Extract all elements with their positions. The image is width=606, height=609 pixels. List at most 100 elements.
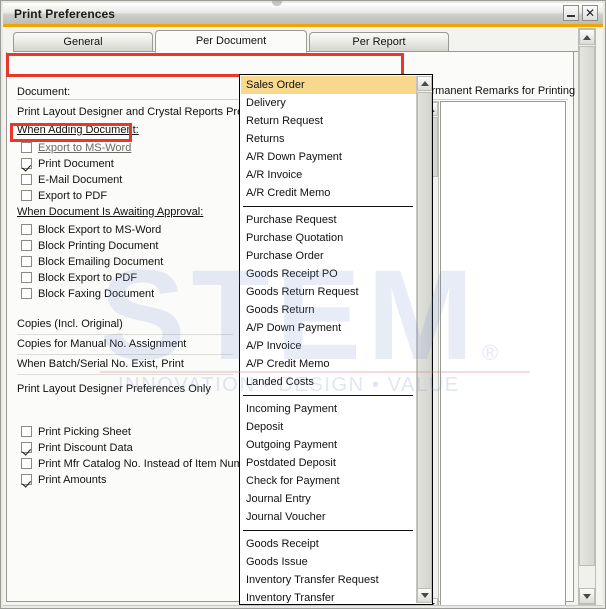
checkbox-print-discount-data[interactable]: Print Discount Data <box>21 440 133 455</box>
checkbox-box <box>21 272 32 283</box>
checkbox-label: Block Printing Document <box>38 239 159 252</box>
checkbox-box <box>21 474 32 485</box>
scroll-down-icon[interactable] <box>579 588 595 604</box>
section-when-adding-document: When Adding Document: <box>17 124 139 136</box>
window-vertical-scrollbar[interactable] <box>578 28 596 605</box>
scrollbar-thumb[interactable] <box>579 46 595 566</box>
scroll-up-icon[interactable] <box>579 29 595 45</box>
checkbox-print-amounts[interactable]: Print Amounts <box>21 472 106 487</box>
dropdown-item-ar-down-payment[interactable]: A/R Down Payment <box>241 148 416 166</box>
dropdown-item-ar-credit-memo[interactable]: A/R Credit Memo <box>241 184 416 202</box>
checkbox-print-mfr-catalog-no[interactable]: Print Mfr Catalog No. Instead of Item Nu… <box>21 456 259 471</box>
minimize-icon <box>567 15 575 17</box>
dropdown-item-ar-invoice[interactable]: A/R Invoice <box>241 166 416 184</box>
tab-per-document-label: Per Document <box>195 35 267 47</box>
field-underline <box>17 374 233 375</box>
document-dropdown-list[interactable]: Sales Order Delivery Return Request Retu… <box>239 74 433 605</box>
dropdown-item-landed-costs[interactable]: Landed Costs <box>241 373 416 391</box>
dropdown-item-sales-order[interactable]: Sales Order <box>241 76 416 94</box>
title-bar[interactable]: Print Preferences ✕ <box>3 3 603 24</box>
dropdown-item-delivery[interactable]: Delivery <box>241 94 416 112</box>
checkbox-label: Print Document <box>38 157 114 170</box>
checkbox-label: Print Picking Sheet <box>38 425 131 438</box>
checkbox-box <box>21 256 32 267</box>
left-settings-column: Print Layout Designer and Crystal Report… <box>7 52 285 601</box>
window-title: Print Preferences <box>14 7 116 21</box>
checkbox-print-picking-sheet[interactable]: Print Picking Sheet <box>21 424 131 439</box>
tab-general-label: General <box>63 36 103 48</box>
tab-per-report[interactable]: Per Report <box>309 32 449 52</box>
permanent-remarks-title: Permanent Remarks for Printing <box>418 85 576 97</box>
permanent-remarks-underline <box>418 99 568 100</box>
dropdown-item-outgoing-payment[interactable]: Outgoing Payment <box>241 436 416 454</box>
checkbox-box <box>21 458 32 469</box>
scroll-down-icon[interactable] <box>417 588 432 603</box>
field-underline <box>17 334 233 335</box>
checkbox-print-document[interactable]: Print Document <box>21 156 114 171</box>
dropdown-item-goods-return-request[interactable]: Goods Return Request <box>241 283 416 301</box>
section-when-awaiting-approval: When Document Is Awaiting Approval: <box>17 206 204 218</box>
scroll-up-icon[interactable] <box>417 76 432 91</box>
dropdown-item-journal-entry[interactable]: Journal Entry <box>241 490 416 508</box>
dropdown-item-return-request[interactable]: Return Request <box>241 112 416 130</box>
dropdown-item-returns[interactable]: Returns <box>241 130 416 148</box>
checkbox-export-to-ms-word[interactable]: Export to MS-Word <box>21 140 131 155</box>
checkbox-label: Print Discount Data <box>38 441 133 454</box>
tab-per-document[interactable]: Per Document <box>155 30 307 53</box>
permanent-remarks-textarea[interactable] <box>440 101 566 605</box>
dropdown-scrollbar[interactable] <box>416 76 432 603</box>
window-controls: ✕ <box>563 5 598 21</box>
dropdown-item-ap-down-payment[interactable]: A/P Down Payment <box>241 319 416 337</box>
tab-general[interactable]: General <box>13 32 153 52</box>
checkbox-box <box>21 224 32 235</box>
tab-per-report-label: Per Report <box>352 36 406 48</box>
checkbox-box <box>21 190 32 201</box>
checkbox-block-faxing-document[interactable]: Block Faxing Document <box>21 286 154 301</box>
checkbox-block-printing-document[interactable]: Block Printing Document <box>21 238 158 253</box>
checkbox-box <box>21 142 32 153</box>
checkbox-box <box>21 240 32 251</box>
dropdown-item-purchase-quotation[interactable]: Purchase Quotation <box>241 229 416 247</box>
minimize-button[interactable] <box>563 5 579 21</box>
checkbox-box <box>21 288 32 299</box>
checkbox-label: Block Export to MS-Word <box>38 223 162 236</box>
scrollbar-thumb[interactable] <box>417 92 432 590</box>
checkbox-box <box>21 174 32 185</box>
label-copies-incl-original: Copies (Incl. Original) <box>17 318 123 330</box>
checkbox-label: Print Amounts <box>38 473 107 486</box>
dropdown-item-goods-return[interactable]: Goods Return <box>241 301 416 319</box>
print-preferences-window: Print Preferences ✕ General Per Document… <box>0 0 606 609</box>
checkbox-box <box>21 442 32 453</box>
dropdown-item-incoming-payment[interactable]: Incoming Payment <box>241 400 416 418</box>
dropdown-item-ap-invoice[interactable]: A/P Invoice <box>241 337 416 355</box>
dropdown-item-goods-receipt-po[interactable]: Goods Receipt PO <box>241 265 416 283</box>
field-underline <box>17 354 233 355</box>
dropdown-item-inventory-transfer-request[interactable]: Inventory Transfer Request <box>241 571 416 589</box>
checkbox-label: Block Emailing Document <box>38 255 164 268</box>
dropdown-item-goods-receipt[interactable]: Goods Receipt <box>241 535 416 553</box>
dropdown-items-container: Sales Order Delivery Return Request Retu… <box>241 76 416 603</box>
checkbox-block-emailing-document[interactable]: Block Emailing Document <box>21 254 163 269</box>
dropdown-item-purchase-request[interactable]: Purchase Request <box>241 211 416 229</box>
label-pld-preferences-only: Print Layout Designer Preferences Only <box>17 383 211 395</box>
dropdown-item-deposit[interactable]: Deposit <box>241 418 416 436</box>
close-button[interactable]: ✕ <box>582 5 598 21</box>
dropdown-item-journal-voucher[interactable]: Journal Voucher <box>241 508 416 526</box>
dropdown-item-inventory-transfer[interactable]: Inventory Transfer <box>241 589 416 603</box>
dropdown-item-check-for-payment[interactable]: Check for Payment <box>241 472 416 490</box>
dropdown-item-postdated-deposit[interactable]: Postdated Deposit <box>241 454 416 472</box>
label-batch-serial-print: When Batch/Serial No. Exist, Print <box>17 358 184 370</box>
dropdown-separator <box>243 395 413 396</box>
checkbox-block-export-ms-word[interactable]: Block Export to MS-Word <box>21 222 161 237</box>
checkbox-label: Block Faxing Document <box>38 287 155 300</box>
dropdown-item-goods-issue[interactable]: Goods Issue <box>241 553 416 571</box>
dropdown-item-purchase-order[interactable]: Purchase Order <box>241 247 416 265</box>
label-copies-manual-no-assignment: Copies for Manual No. Assignment <box>17 338 187 350</box>
checkbox-email-document[interactable]: E-Mail Document <box>21 172 122 187</box>
dropdown-item-ap-credit-memo[interactable]: A/P Credit Memo <box>241 355 416 373</box>
dropdown-separator <box>243 206 413 207</box>
dropdown-separator <box>243 530 413 531</box>
checkbox-label: Export to MS-Word <box>38 141 132 154</box>
checkbox-export-to-pdf[interactable]: Export to PDF <box>21 188 107 203</box>
checkbox-block-export-pdf[interactable]: Block Export to PDF <box>21 270 137 285</box>
